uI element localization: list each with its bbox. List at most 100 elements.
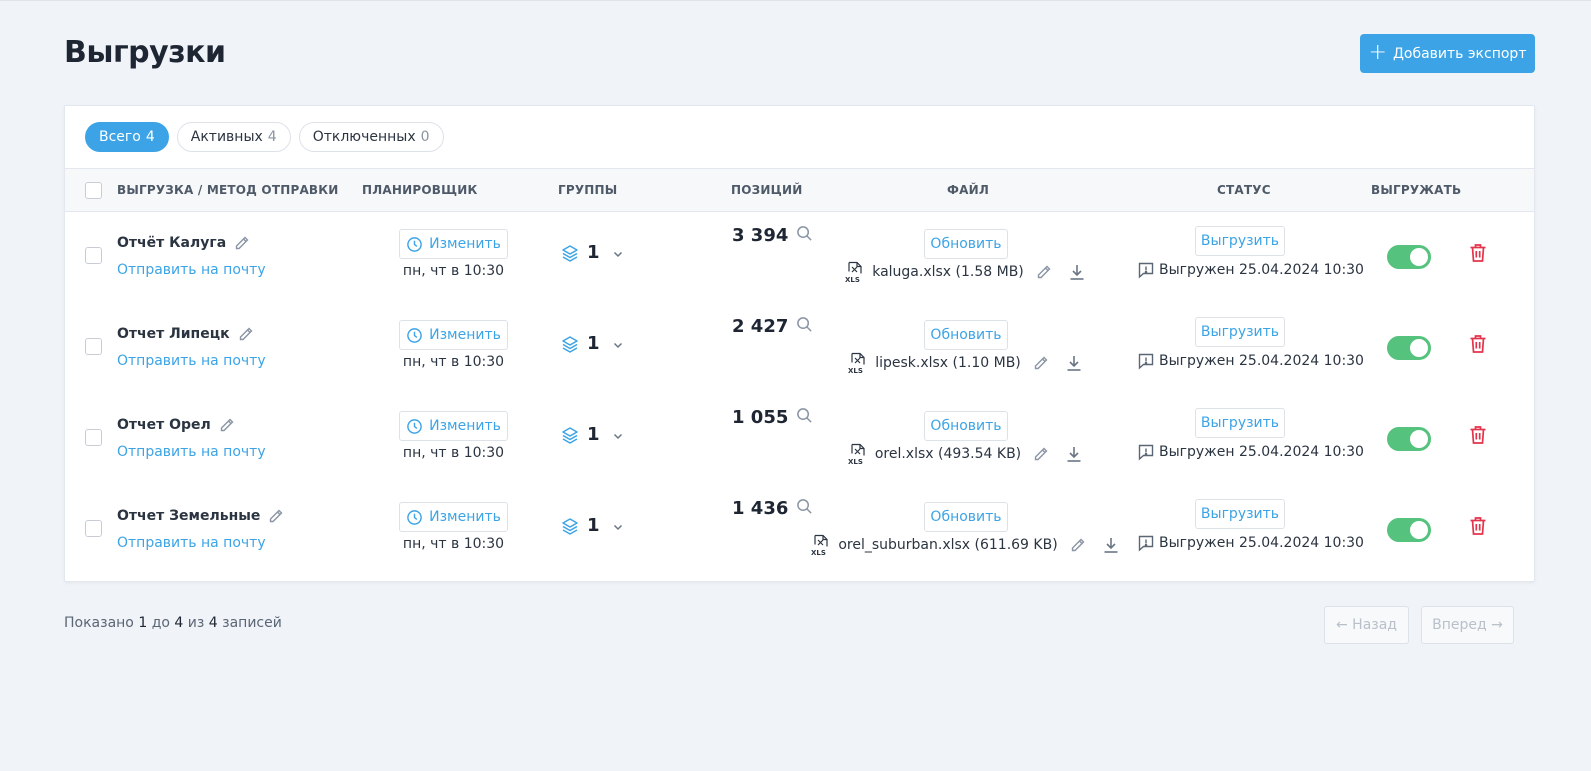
- alert-icon: [1137, 443, 1155, 461]
- positions-cell: 1 055: [732, 407, 813, 428]
- send-method-link[interactable]: Отправить на почту: [117, 353, 266, 369]
- groups-count: 1: [587, 333, 600, 354]
- search-icon[interactable]: [796, 316, 813, 333]
- change-schedule-button[interactable]: Изменить: [399, 502, 508, 532]
- pencil-icon[interactable]: [1033, 355, 1049, 371]
- change-schedule-button[interactable]: Изменить: [399, 229, 508, 259]
- export-name: Отчет Липецк: [117, 326, 254, 342]
- change-schedule-label: Изменить: [429, 509, 501, 525]
- pencil-icon[interactable]: [1070, 537, 1086, 553]
- export-toggle[interactable]: [1387, 245, 1431, 269]
- toggle-knob: [1410, 248, 1428, 266]
- change-schedule-label: Изменить: [429, 236, 501, 252]
- table-row: Отчет Земельные Отправить на почту Измен…: [65, 483, 1534, 574]
- export-now-button[interactable]: Выгрузить: [1195, 226, 1285, 256]
- trash-icon[interactable]: [1469, 334, 1487, 354]
- add-export-button[interactable]: + Добавить экспорт: [1360, 34, 1535, 73]
- groups-dropdown[interactable]: 1: [560, 333, 624, 354]
- pencil-icon[interactable]: [234, 235, 250, 251]
- export-toggle[interactable]: [1387, 336, 1431, 360]
- range-to: 4: [174, 615, 184, 631]
- download-icon[interactable]: [1068, 263, 1086, 281]
- next-page-button[interactable]: Вперед →: [1421, 606, 1514, 644]
- filter-count: 4: [145, 129, 155, 145]
- header-positions[interactable]: ПОЗИЦИЙ: [731, 183, 802, 197]
- pencil-icon[interactable]: [238, 326, 254, 342]
- trash-icon[interactable]: [1469, 243, 1487, 263]
- schedule-text: пн, чт в 10:30: [402, 354, 505, 370]
- download-icon[interactable]: [1065, 354, 1083, 372]
- pagination-info: Показано 1 до 4 из 4 записей: [64, 615, 282, 631]
- download-icon[interactable]: [1102, 536, 1120, 554]
- xls-file-icon: XLS: [847, 352, 869, 374]
- pencil-icon[interactable]: [268, 508, 284, 524]
- svg-text:XLS: XLS: [845, 276, 860, 283]
- shown-label: Показано: [64, 615, 134, 631]
- update-file-button[interactable]: Обновить: [924, 411, 1008, 441]
- send-method-link[interactable]: Отправить на почту: [117, 535, 266, 551]
- export-now-button[interactable]: Выгрузить: [1195, 317, 1285, 347]
- header-groups[interactable]: ГРУППЫ: [558, 183, 617, 197]
- header-export[interactable]: ВЫГРУЖАТЬ: [1371, 183, 1461, 197]
- prev-page-button[interactable]: ← Назад: [1324, 606, 1409, 644]
- send-method-link[interactable]: Отправить на почту: [117, 262, 266, 278]
- export-name: Отчет Орел: [117, 417, 235, 433]
- file-name[interactable]: orel.xlsx (493.54 KB): [875, 446, 1021, 462]
- export-toggle[interactable]: [1387, 518, 1431, 542]
- export-name-text: Отчет Липецк: [117, 326, 230, 342]
- toggle-knob: [1410, 430, 1428, 448]
- pencil-icon[interactable]: [1036, 264, 1052, 280]
- pencil-icon[interactable]: [1033, 446, 1049, 462]
- range-total: 4: [208, 615, 218, 631]
- filter-count: 0: [420, 129, 430, 145]
- export-now-button[interactable]: Выгрузить: [1195, 408, 1285, 438]
- search-icon[interactable]: [796, 498, 813, 515]
- export-status: Выгружен 25.04.2024 10:30: [1137, 261, 1364, 279]
- header-file: ФАЙЛ: [947, 183, 989, 197]
- filter-all[interactable]: Всего 4: [85, 122, 169, 152]
- header-scheduler[interactable]: ПЛАНИРОВЩИК: [362, 183, 478, 197]
- header-status[interactable]: СТАТУС: [1217, 183, 1271, 197]
- alert-icon: [1137, 261, 1155, 279]
- file-name[interactable]: lipesk.xlsx (1.10 MB): [875, 355, 1021, 371]
- filter-active[interactable]: Активных 4: [176, 122, 291, 152]
- groups-dropdown[interactable]: 1: [560, 515, 624, 536]
- export-toggle[interactable]: [1387, 427, 1431, 451]
- clock-icon: [406, 418, 423, 435]
- row-checkbox[interactable]: [85, 247, 102, 264]
- pencil-icon[interactable]: [219, 417, 235, 433]
- search-icon[interactable]: [796, 225, 813, 242]
- change-schedule-button[interactable]: Изменить: [399, 411, 508, 441]
- filter-label: Отключенных: [312, 129, 416, 145]
- row-checkbox[interactable]: [85, 520, 102, 537]
- groups-dropdown[interactable]: 1: [560, 424, 624, 445]
- toggle-knob: [1410, 521, 1428, 539]
- update-file-button[interactable]: Обновить: [924, 229, 1008, 259]
- schedule-text: пн, чт в 10:30: [402, 536, 505, 552]
- filter-tabs: Всего 4 Активных 4 Отключенных 0: [65, 106, 1534, 169]
- groups-dropdown[interactable]: 1: [560, 242, 624, 263]
- records-label: записей: [222, 615, 282, 631]
- update-file-button[interactable]: Обновить: [924, 502, 1008, 532]
- positions-count: 2 427: [732, 316, 789, 337]
- download-icon[interactable]: [1065, 445, 1083, 463]
- schedule-text: пн, чт в 10:30: [402, 263, 505, 279]
- file-name[interactable]: kaluga.xlsx (1.58 MB): [872, 264, 1024, 280]
- trash-icon[interactable]: [1469, 425, 1487, 445]
- layers-icon: [560, 334, 580, 354]
- select-all-checkbox[interactable]: [85, 182, 102, 199]
- export-name: Отчёт Калуга: [117, 235, 250, 251]
- filter-disabled[interactable]: Отключенных 0: [298, 122, 444, 152]
- send-method-link[interactable]: Отправить на почту: [117, 444, 266, 460]
- export-name-text: Отчёт Калуга: [117, 235, 227, 251]
- export-now-button[interactable]: Выгрузить: [1195, 499, 1285, 529]
- search-icon[interactable]: [796, 407, 813, 424]
- svg-text:XLS: XLS: [811, 549, 826, 556]
- trash-icon[interactable]: [1469, 516, 1487, 536]
- export-name: Отчет Земельные: [117, 508, 284, 524]
- update-file-button[interactable]: Обновить: [924, 320, 1008, 350]
- row-checkbox[interactable]: [85, 429, 102, 446]
- file-name[interactable]: orel_suburban.xlsx (611.69 KB): [838, 537, 1057, 553]
- change-schedule-button[interactable]: Изменить: [399, 320, 508, 350]
- row-checkbox[interactable]: [85, 338, 102, 355]
